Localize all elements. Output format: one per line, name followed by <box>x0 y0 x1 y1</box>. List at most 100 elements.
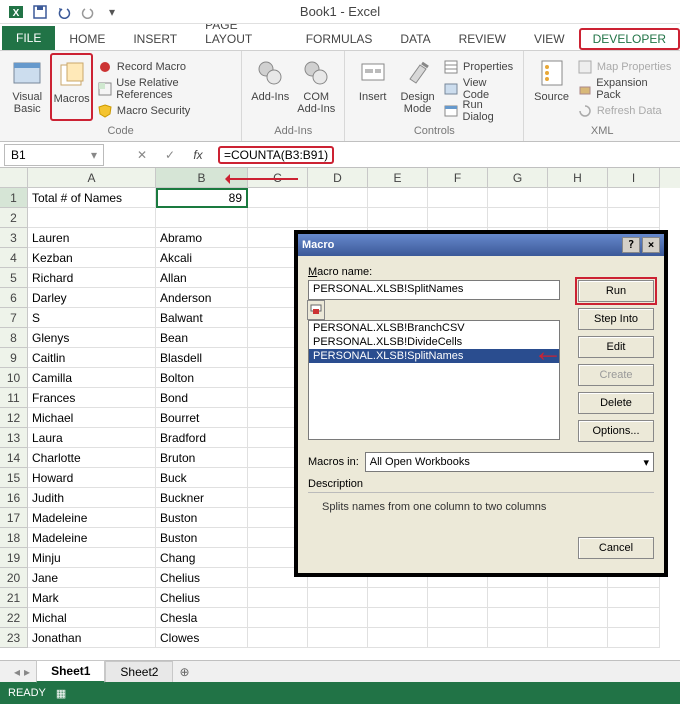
cell[interactable]: Chesla <box>156 608 248 628</box>
row-header[interactable]: 14 <box>0 448 28 468</box>
macro-record-status-icon[interactable]: ▦ <box>56 687 66 700</box>
cell[interactable]: Kezban <box>28 248 156 268</box>
dialog-title-bar[interactable]: Macro ? × <box>298 234 664 256</box>
macro-list-item[interactable]: PERSONAL.XLSB!DivideCells <box>309 335 559 349</box>
sheet-nav-prev-icon[interactable]: ◂ <box>14 665 20 679</box>
cell[interactable]: Charlotte <box>28 448 156 468</box>
cell[interactable] <box>368 628 428 648</box>
cell[interactable] <box>28 208 156 228</box>
col-header-D[interactable]: D <box>308 168 368 188</box>
addins-button[interactable]: Add-Ins <box>248 53 292 121</box>
cell[interactable]: Total # of Names <box>28 188 156 208</box>
run-dialog-button[interactable]: Run Dialog <box>441 101 517 121</box>
row-header[interactable]: 13 <box>0 428 28 448</box>
cell[interactable] <box>368 208 428 228</box>
cell[interactable]: Richard <box>28 268 156 288</box>
cell[interactable]: Frances <box>28 388 156 408</box>
row-header[interactable]: 7 <box>0 308 28 328</box>
cell[interactable]: Anderson <box>156 288 248 308</box>
macro-list[interactable]: PERSONAL.XLSB!BranchCSV PERSONAL.XLSB!Di… <box>308 320 560 440</box>
cell[interactable] <box>488 188 548 208</box>
new-sheet-button[interactable]: ⊕ <box>173 665 195 679</box>
cell[interactable]: Buckner <box>156 488 248 508</box>
cell[interactable] <box>488 608 548 628</box>
cell[interactable]: Darley <box>28 288 156 308</box>
cell[interactable] <box>608 588 660 608</box>
cell[interactable]: Michal <box>28 608 156 628</box>
sheet-tab-sheet2[interactable]: Sheet2 <box>105 661 173 682</box>
cell[interactable]: Glenys <box>28 328 156 348</box>
cell[interactable] <box>548 188 608 208</box>
source-button[interactable]: Source <box>530 53 572 121</box>
cell[interactable] <box>428 628 488 648</box>
cell[interactable]: Bean <box>156 328 248 348</box>
cell[interactable] <box>548 208 608 228</box>
col-header-F[interactable]: F <box>428 168 488 188</box>
cell[interactable] <box>308 628 368 648</box>
cell[interactable]: Howard <box>28 468 156 488</box>
refresh-data-button[interactable]: Refresh Data <box>575 101 674 121</box>
row-header[interactable]: 5 <box>0 268 28 288</box>
cell[interactable]: Michael <box>28 408 156 428</box>
cell[interactable]: Buston <box>156 508 248 528</box>
macro-security-button[interactable]: Macro Security <box>95 101 235 121</box>
cell[interactable]: Bourret <box>156 408 248 428</box>
step-into-button[interactable]: Step Into <box>578 308 654 330</box>
row-header[interactable]: 17 <box>0 508 28 528</box>
cell[interactable]: Bolton <box>156 368 248 388</box>
row-header[interactable]: 16 <box>0 488 28 508</box>
tab-home[interactable]: HOME <box>55 28 119 50</box>
cell[interactable] <box>308 588 368 608</box>
cell[interactable] <box>368 588 428 608</box>
row-header[interactable]: 2 <box>0 208 28 228</box>
cell[interactable] <box>548 608 608 628</box>
formula-input[interactable]: =COUNTA(B3:B91) <box>212 144 680 166</box>
macro-name-refedit-icon[interactable] <box>307 300 325 320</box>
row-header[interactable]: 3 <box>0 228 28 248</box>
cell[interactable] <box>608 628 660 648</box>
cell[interactable] <box>368 188 428 208</box>
tab-insert[interactable]: INSERT <box>119 28 191 50</box>
row-header[interactable]: 11 <box>0 388 28 408</box>
cell[interactable]: Buston <box>156 528 248 548</box>
cell[interactable]: Akcali <box>156 248 248 268</box>
sheet-tab-sheet1[interactable]: Sheet1 <box>36 660 105 683</box>
row-header[interactable]: 23 <box>0 628 28 648</box>
cancel-input-icon[interactable]: ✕ <box>128 144 156 166</box>
cell[interactable]: Minju <box>28 548 156 568</box>
cell[interactable] <box>488 208 548 228</box>
macro-list-item[interactable]: PERSONAL.XLSB!BranchCSV <box>309 321 559 335</box>
cell[interactable]: Chang <box>156 548 248 568</box>
macros-button[interactable]: Macros <box>50 53 93 121</box>
expansion-packs-button[interactable]: Expansion Pack <box>575 79 674 99</box>
cell[interactable]: Caitlin <box>28 348 156 368</box>
cell[interactable]: Mark <box>28 588 156 608</box>
relative-refs-button[interactable]: Use Relative References <box>95 79 235 99</box>
cell[interactable]: Camilla <box>28 368 156 388</box>
cell[interactable] <box>248 588 308 608</box>
row-header[interactable]: 4 <box>0 248 28 268</box>
confirm-input-icon[interactable]: ✓ <box>156 144 184 166</box>
cell[interactable]: S <box>28 308 156 328</box>
properties-button[interactable]: Properties <box>441 57 517 77</box>
cell[interactable]: Laura <box>28 428 156 448</box>
com-addins-button[interactable]: COM Add-Ins <box>294 53 338 121</box>
cell[interactable] <box>248 188 308 208</box>
cell[interactable]: Madeleine <box>28 528 156 548</box>
cell[interactable]: Chelius <box>156 568 248 588</box>
macro-list-item-selected[interactable]: PERSONAL.XLSB!SplitNames ← <box>309 349 559 363</box>
row-header[interactable]: 18 <box>0 528 28 548</box>
cell[interactable]: Bruton <box>156 448 248 468</box>
undo-button[interactable] <box>54 2 74 22</box>
row-header[interactable]: 22 <box>0 608 28 628</box>
qat-customize-icon[interactable]: ▾ <box>102 2 122 22</box>
cell[interactable]: Madeleine <box>28 508 156 528</box>
cell[interactable]: Bradford <box>156 428 248 448</box>
run-button[interactable]: Run <box>578 280 654 302</box>
cell[interactable]: Judith <box>28 488 156 508</box>
tab-file[interactable]: FILE <box>2 26 55 50</box>
edit-button[interactable]: Edit <box>578 336 654 358</box>
save-button[interactable] <box>30 2 50 22</box>
fx-icon[interactable]: fx <box>184 144 212 166</box>
cell[interactable] <box>608 208 660 228</box>
